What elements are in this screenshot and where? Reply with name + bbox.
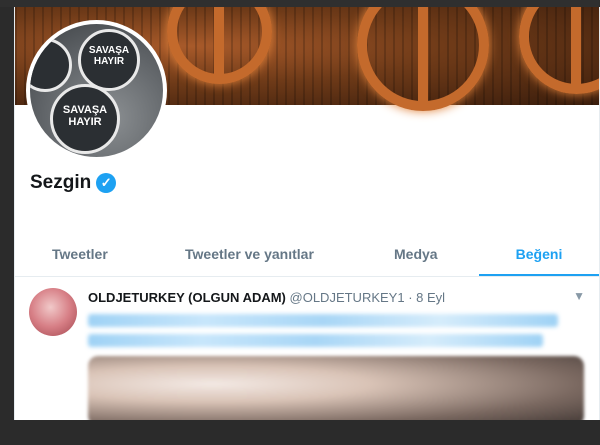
tweet-item[interactable]: OLDJETURKEY (OLGUN ADAM) @OLDJETURKEY1 ·… xyxy=(15,277,599,420)
chevron-down-icon[interactable]: ▼ xyxy=(573,289,585,303)
tweet-author-avatar[interactable] xyxy=(29,288,77,336)
peace-symbol-right xyxy=(519,7,599,94)
tab-likes[interactable]: Beğeni xyxy=(479,232,599,276)
tweet-author-name[interactable]: OLDJETURKEY (OLGUN ADAM) xyxy=(88,290,286,305)
profile-name: Sezgin ✓ xyxy=(30,172,117,194)
tab-media[interactable]: Medya xyxy=(394,232,438,276)
top-dark-bar xyxy=(0,0,600,7)
tweet-media-image[interactable] xyxy=(88,356,584,420)
tweet-header: OLDJETURKEY (OLGUN ADAM) @OLDJETURKEY1 ·… xyxy=(88,290,445,305)
profile-avatar[interactable]: SAVAŞA HAYIR SAVAŞA HAYIR xyxy=(26,20,167,161)
tweet-text-blurred-2 xyxy=(88,334,543,347)
avatar-sign-left xyxy=(30,38,72,92)
profile-tabs: Tweetler Tweetler ve yanıtlar Medya Beğe… xyxy=(15,232,599,277)
avatar-sign-top: SAVAŞA HAYIR xyxy=(78,29,140,91)
tweet-date[interactable]: 8 Eyl xyxy=(416,290,445,305)
profile-page: SAVAŞA HAYIR SAVAŞA HAYIR Sezgin ✓ Tweet… xyxy=(14,7,600,420)
tab-tweets-and-replies[interactable]: Tweetler ve yanıtlar xyxy=(185,232,314,276)
avatar-sign-bottom: SAVAŞA HAYIR xyxy=(50,84,120,154)
verified-badge-icon: ✓ xyxy=(96,173,117,193)
tab-tweets[interactable]: Tweetler xyxy=(52,232,108,276)
tweet-text-blurred-1 xyxy=(88,314,558,327)
tweet-author-handle[interactable]: @OLDJETURKEY1 xyxy=(290,290,405,305)
bottom-dark-bar xyxy=(0,420,600,445)
profile-name-text: Sezgin xyxy=(30,172,92,193)
tweet-separator: · xyxy=(408,290,413,305)
peace-symbol-left xyxy=(167,7,272,84)
peace-symbol-center xyxy=(357,7,489,111)
